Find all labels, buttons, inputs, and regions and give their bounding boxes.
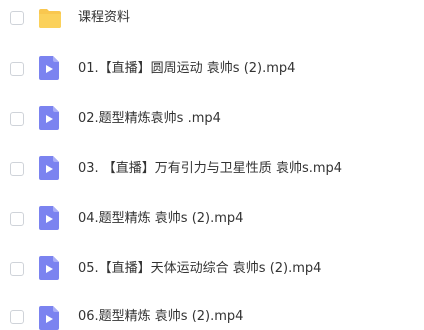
list-item-video[interactable]: 04.题型精炼 袁帅s (2).mp4	[0, 196, 424, 240]
checkbox[interactable]	[10, 11, 24, 25]
video-file-icon	[38, 306, 62, 330]
file-name: 02.题型精炼袁帅s .mp4	[78, 111, 221, 126]
file-name: 06.题型精炼 袁帅s (2).mp4	[78, 309, 244, 324]
video-file-icon	[38, 106, 62, 130]
file-name: 01.【直播】圆周运动 袁帅s (2).mp4	[78, 61, 296, 76]
checkbox[interactable]	[10, 212, 24, 226]
file-list: 课程资料 01.【直播】圆周运动 袁帅s (2).mp4 02.题型精炼袁帅s …	[0, 0, 424, 330]
checkbox[interactable]	[10, 310, 24, 324]
file-name: 04.题型精炼 袁帅s (2).mp4	[78, 211, 244, 226]
list-item-video[interactable]: 01.【直播】圆周运动 袁帅s (2).mp4	[0, 46, 424, 90]
checkbox[interactable]	[10, 112, 24, 126]
video-file-icon	[38, 156, 62, 180]
file-name: 03. 【直播】万有引力与卫星性质 袁帅s.mp4	[78, 161, 343, 176]
list-item-folder[interactable]: 课程资料	[0, 0, 424, 44]
file-name: 课程资料	[78, 10, 131, 25]
folder-icon	[38, 6, 62, 30]
list-item-video[interactable]: 03. 【直播】万有引力与卫星性质 袁帅s.mp4	[0, 146, 424, 190]
checkbox[interactable]	[10, 62, 24, 76]
list-item-video[interactable]: 06.题型精炼 袁帅s (2).mp4	[0, 274, 424, 330]
video-file-icon	[38, 56, 62, 80]
checkbox[interactable]	[10, 162, 24, 176]
video-file-icon	[38, 206, 62, 230]
list-item-video[interactable]: 02.题型精炼袁帅s .mp4	[0, 96, 424, 140]
